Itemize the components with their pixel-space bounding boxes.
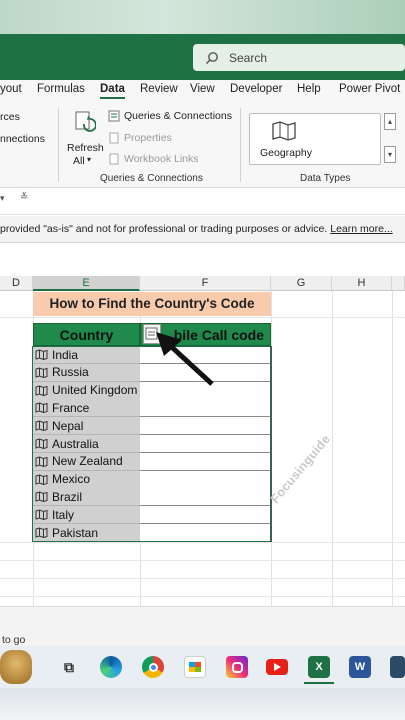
avatar-icon[interactable] — [0, 650, 32, 684]
ribbon-fragment-sources[interactable]: rces — [0, 111, 20, 123]
refresh-all-button[interactable]: Refresh All ▾ — [66, 106, 104, 170]
gridline — [0, 560, 405, 561]
notice-bar: provided "as-is" and not for professiona… — [0, 216, 405, 243]
tab-layout[interactable]: yout — [0, 83, 22, 95]
tab-data[interactable]: Data — [100, 83, 125, 99]
menu-bar: yout Formulas Data Review View Developer… — [0, 80, 405, 102]
queries-connections-button[interactable]: Queries & Connections — [108, 110, 238, 126]
data-types-scroll-up[interactable]: ▴ — [384, 113, 396, 130]
chevron-down-icon[interactable]: ▾ — [0, 193, 5, 204]
properties-label: Properties — [124, 132, 172, 144]
refresh-label: Refresh — [67, 142, 104, 154]
store-icon[interactable] — [184, 656, 206, 678]
column-header-f[interactable]: F — [140, 276, 271, 291]
tab-help[interactable]: Help — [297, 83, 321, 95]
refresh-icon — [75, 111, 96, 132]
queries-connections-label: Queries & Connections — [124, 110, 232, 122]
excel-icon[interactable]: X — [308, 656, 330, 678]
properties-icon — [109, 132, 119, 144]
gridline — [0, 596, 405, 597]
ribbon: rces nnections Refresh All ▾ Queries & C… — [0, 102, 405, 188]
status-text: to go — [2, 634, 26, 646]
properties-button[interactable]: Properties — [108, 132, 188, 148]
queries-icon — [108, 110, 120, 122]
ribbon-divider — [58, 108, 59, 182]
app-icon[interactable] — [390, 656, 405, 678]
tab-developer[interactable]: Developer — [230, 83, 282, 95]
group-label-data-types: Data Types — [300, 173, 351, 184]
geography-data-type[interactable]: Geography — [249, 113, 381, 165]
tab-power-pivot[interactable]: Power Pivot — [339, 83, 400, 95]
search-box[interactable]: Search — [193, 44, 405, 71]
workbook-links-label: Workbook Links — [124, 153, 199, 165]
header-country[interactable]: Country — [33, 323, 140, 346]
chevron-down-icon: ▾ — [87, 155, 92, 164]
column-header-i[interactable] — [392, 276, 405, 291]
gridline — [0, 317, 405, 318]
ribbon-divider — [240, 108, 241, 182]
column-header-e[interactable]: E — [33, 276, 140, 291]
search-placeholder: Search — [229, 50, 268, 65]
column-header-d[interactable]: D — [0, 276, 33, 291]
ribbon-fragment-connections[interactable]: nnections — [0, 133, 45, 145]
notice-text: provided "as-is" and not for professiona… — [0, 223, 328, 235]
youtube-icon[interactable] — [266, 659, 288, 675]
gridline — [0, 578, 405, 579]
learn-more-link[interactable]: Learn more... — [330, 223, 392, 235]
status-bar — [0, 606, 405, 646]
column-header-h[interactable]: H — [332, 276, 392, 291]
gridline — [0, 542, 405, 543]
map-icon — [272, 121, 296, 141]
edge-icon[interactable] — [100, 656, 122, 678]
search-icon — [205, 51, 218, 64]
column-header-g[interactable]: G — [271, 276, 332, 291]
refresh-all-label: All — [73, 155, 85, 167]
group-label-queries: Queries & Connections — [100, 173, 203, 184]
formula-bar[interactable]: ▾ ≚ — [0, 189, 405, 215]
task-view-icon[interactable]: ⧉ — [58, 656, 80, 678]
tab-formulas[interactable]: Formulas — [37, 83, 85, 95]
blurred-bottom-area — [0, 688, 405, 720]
gridline — [392, 291, 393, 606]
expand-icon[interactable]: ≚ — [20, 192, 28, 203]
sheet-heading[interactable]: How to Find the Country's Code — [33, 292, 271, 316]
active-app-indicator — [304, 682, 334, 684]
cursor-arrow-icon — [156, 332, 214, 386]
tab-review[interactable]: Review — [140, 83, 178, 95]
geography-label: Geography — [260, 147, 312, 159]
data-types-scroll-down[interactable]: ▾ — [384, 146, 396, 163]
chrome-icon[interactable] — [142, 656, 164, 678]
workbook-links-button[interactable]: Workbook Links — [108, 153, 208, 169]
tab-view[interactable]: View — [190, 83, 215, 95]
workbook-links-icon — [109, 153, 119, 165]
gridline — [332, 291, 333, 606]
instagram-icon[interactable] — [226, 656, 248, 678]
blurred-top-area — [0, 0, 405, 34]
word-icon[interactable]: W — [349, 656, 371, 678]
